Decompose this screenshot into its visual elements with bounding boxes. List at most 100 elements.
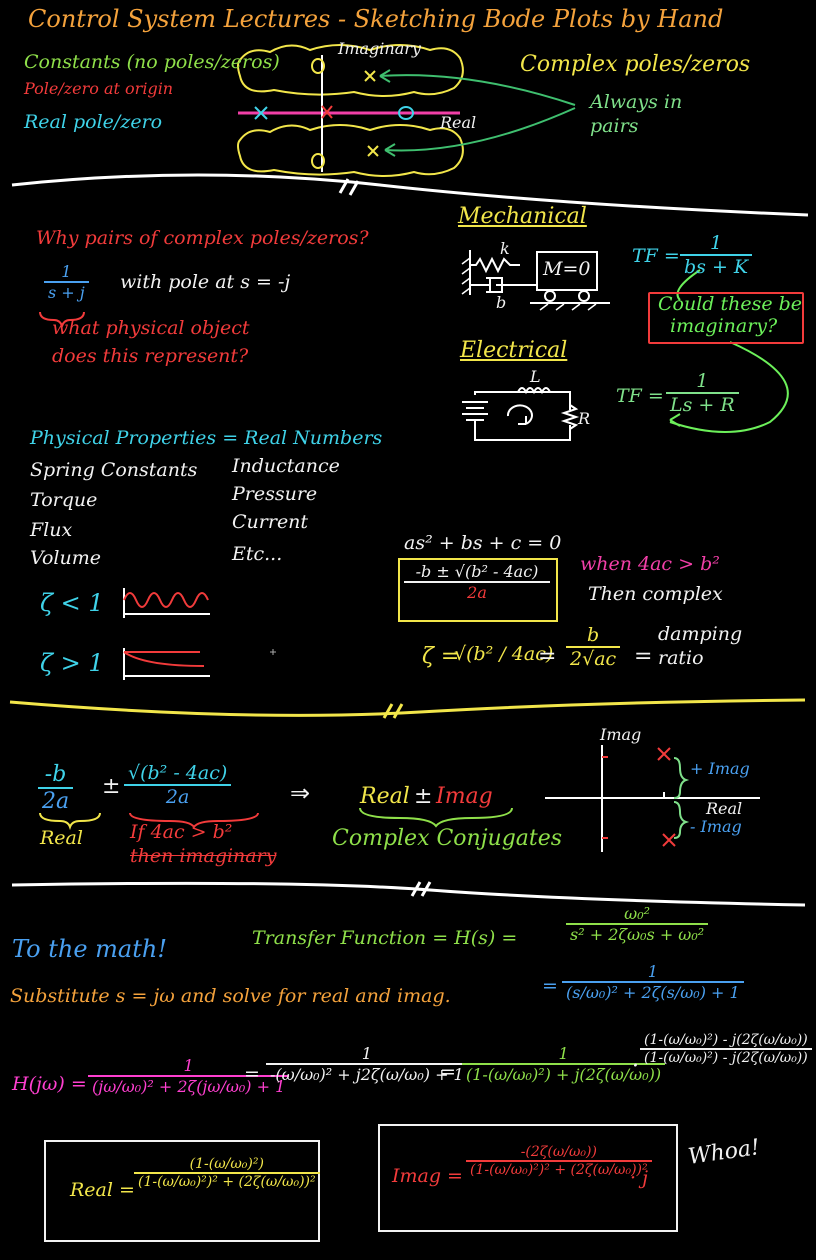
real-pole-label: Real pole/zero — [24, 111, 163, 133]
root-over-2a: √(b² - 4ac) 2a — [124, 762, 232, 808]
root-numerator: √(b² - 4ac) — [124, 762, 232, 786]
divider-line-2 — [9, 698, 806, 717]
mech-tf-fraction: 1 bs + K — [680, 232, 753, 278]
multiply-dot: · — [632, 1054, 639, 1079]
h-jw-fraction-2: 1 -(ω/ω₀)² + j2ζ(ω/ω₀) + 1 — [266, 1044, 468, 1084]
plus-minus: ± — [102, 774, 121, 799]
real-result-denominator: (1-(ω/ω₀)²)² + (2ζ(ω/ω₀))² — [138, 1174, 316, 1190]
pm-term: ± — [414, 784, 433, 809]
physical-properties-heading: Physical Properties = Real Numbers — [30, 427, 383, 449]
real-term: Real — [360, 784, 410, 809]
always-pairs-line2: pairs — [590, 115, 639, 137]
zeta-gt-one: ζ > 1 — [40, 649, 104, 677]
mech-tf-numerator: 1 — [680, 232, 753, 256]
normalized-tf-denominator: (s/ω₀)² + 2ζ(s/ω₀) + 1 — [566, 983, 740, 1002]
list-item-spring: Spring Constants — [30, 459, 198, 481]
resistor-label: R — [578, 409, 591, 428]
lecture-title: Control System Lectures - Sketching Bode… — [28, 5, 724, 33]
quadratic-denominator: 2a — [467, 583, 487, 602]
constants-label: Constants (no poles/zeros) — [24, 51, 280, 73]
transfer-function-text: Transfer Function = H(s) = — [252, 927, 518, 949]
divider-line-3 — [11, 881, 806, 907]
conjugate-denominator: (1-(ω/ω₀)²) - j(2ζ(ω/ω₀)) — [644, 1050, 808, 1066]
normalized-tf-numerator: 1 — [562, 962, 744, 983]
neg-b-over-2a: -b 2a — [38, 762, 74, 814]
equals-3: = — [244, 1063, 260, 1085]
real-part-axis-label: Real — [706, 799, 743, 818]
real-result-fraction: (1-(ω/ω₀)²) (1-(ω/ω₀)²)² + (2ζ(ω/ω₀))² — [134, 1156, 320, 1190]
normalized-tf-fraction: 1 (s/ω₀)² + 2ζ(s/ω₀) + 1 — [562, 962, 744, 1002]
then-imaginary: then imaginary — [130, 845, 277, 867]
imag-result-label: Imag = — [392, 1165, 463, 1187]
elec-tf-fraction: 1 Ls + R — [666, 370, 739, 416]
complex-conjugates: Complex Conjugates — [332, 826, 563, 851]
equals-sign: = — [538, 644, 557, 669]
real-axis-label: Real — [440, 113, 477, 132]
equals-tf2: = — [542, 975, 558, 997]
conjugate-fraction: (1-(ω/ω₀)²) - j(2ζ(ω/ω₀)) (1-(ω/ω₀)²) - … — [640, 1032, 812, 1066]
what-object-line2: does this represent? — [52, 345, 249, 367]
list-item-etc: Etc... — [232, 543, 283, 565]
imag-result-numerator: -(2ζ(ω/ω₀)) — [466, 1144, 652, 1162]
h2-numerator: 1 — [266, 1044, 468, 1065]
spring-constant-label: k — [500, 239, 510, 258]
damping-line2: ratio — [658, 647, 704, 669]
mech-tf-label: TF = — [632, 245, 680, 267]
equals-sign-2: = — [634, 644, 653, 669]
quadratic-formula: -b ± √(b² - 4ac) 2a — [404, 562, 550, 602]
list-item-flux: Flux — [30, 519, 73, 541]
elec-tf-label: TF = — [616, 385, 664, 407]
two-a: 2a — [42, 789, 70, 814]
with-pole-text: with pole at s = -j — [120, 271, 291, 293]
divider-line-1 — [11, 173, 809, 217]
inductor-label: L — [530, 367, 541, 386]
imag-j-factor: · j — [630, 1167, 648, 1189]
real-result-label: Real = — [70, 1179, 135, 1201]
tf-numerator: ω₀² — [566, 904, 709, 925]
mass-label: M=0 — [543, 258, 591, 280]
minus-imag-label: - Imag — [690, 817, 742, 836]
origin-label: Pole/zero at origin — [24, 79, 174, 98]
h-jw-label: H(jω) = — [12, 1073, 87, 1095]
what-object-line1: what physical object — [52, 317, 250, 339]
conjugate-numerator: (1-(ω/ω₀)²) - j(2ζ(ω/ω₀)) — [640, 1032, 812, 1050]
elec-tf-denominator: Ls + R — [670, 394, 735, 416]
mechanical-heading: Mechanical — [458, 204, 587, 229]
damper-label: b — [496, 293, 507, 312]
zeta-numerator: b — [566, 624, 621, 648]
quadratic-numerator: -b ± √(b² - 4ac) — [404, 562, 550, 583]
mech-tf-denominator: bs + K — [684, 256, 749, 278]
could-line1: Could these be — [658, 293, 803, 315]
quadratic-equation: as² + bs + c = 0 — [404, 532, 562, 554]
could-line2: imaginary? — [670, 315, 778, 337]
fraction-numerator: 1 — [44, 262, 89, 283]
transfer-function-fraction: ω₀² s² + 2ζω₀s + ω₀² — [566, 904, 709, 944]
imag-axis-label: Imag — [600, 725, 642, 744]
list-item-current: Current — [232, 511, 309, 533]
imag-result-fraction: -(2ζ(ω/ω₀)) (1-(ω/ω₀)²)² + (2ζ(ω/ω₀))² — [466, 1144, 652, 1178]
list-item-volume: Volume — [30, 547, 101, 569]
list-item-torque: Torque — [30, 489, 98, 511]
list-item-inductance: Inductance — [232, 455, 340, 477]
when-condition: when 4ac > b² — [580, 553, 720, 575]
to-math-heading: To the math! — [12, 935, 167, 963]
always-pairs-line1: Always in — [590, 91, 683, 113]
fraction-denominator: s + j — [48, 283, 85, 302]
real-part-label: Real — [40, 827, 83, 849]
zeta-fraction: b 2√ac — [566, 624, 621, 670]
imag-term: Imag — [436, 784, 493, 809]
imag-result-denominator: (1-(ω/ω₀)²)² + (2ζ(ω/ω₀))² — [470, 1162, 648, 1178]
zeta-denominator: 2√ac — [570, 648, 617, 670]
equals-4: = — [440, 1061, 456, 1083]
plus-imag-label: + Imag — [690, 759, 750, 778]
imaginary-axis-label: Imaginary — [338, 39, 421, 58]
implies-arrow: ⇒ — [290, 779, 311, 807]
neg-b: -b — [38, 762, 74, 789]
root-denominator: 2a — [165, 786, 190, 808]
real-result-numerator: (1-(ω/ω₀)²) — [134, 1156, 320, 1174]
zeta-lt-one: ζ < 1 — [40, 589, 104, 617]
tf-denominator: s² + 2ζω₀s + ω₀² — [570, 925, 705, 944]
electrical-heading: Electrical — [460, 338, 568, 363]
lower-complex-cloud — [237, 124, 464, 177]
if-condition: If 4ac > b² — [130, 821, 233, 843]
